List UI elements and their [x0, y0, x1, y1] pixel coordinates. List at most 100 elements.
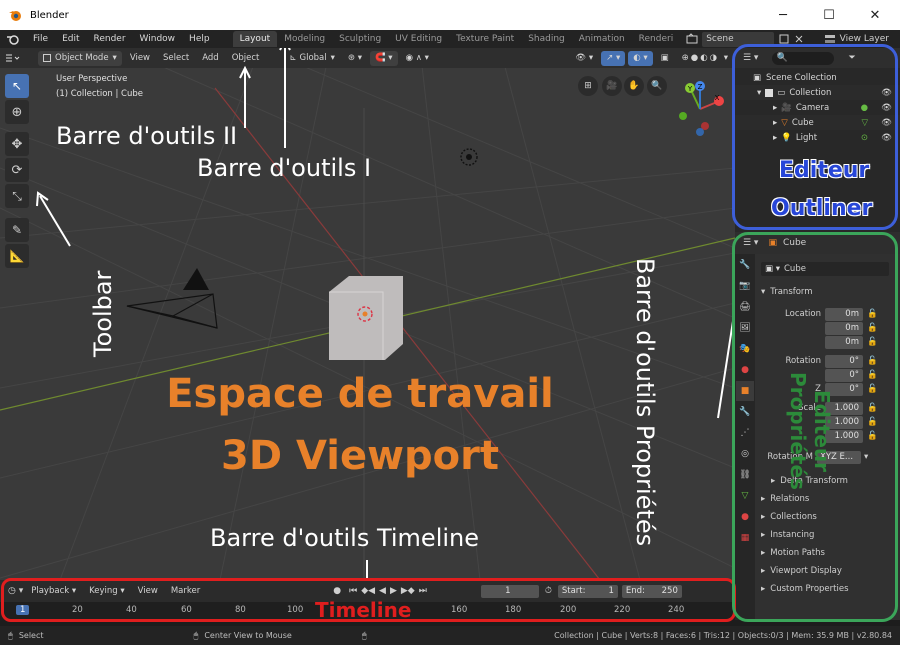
measure-tool[interactable]: 📐 [5, 244, 29, 268]
cursor-tool[interactable]: ⊕ [5, 100, 29, 124]
scale-icon: ⤡ [12, 188, 22, 203]
annotation-timeline-toolbar: Barre d'outils Timeline [210, 524, 480, 552]
menu-edit[interactable]: Edit [55, 30, 86, 48]
status-version-tail: 84 [881, 631, 892, 640]
perspective-label: User Perspective [56, 74, 128, 84]
menu-help[interactable]: Help [182, 30, 217, 48]
annotation-toolbar-2: Barre d'outils II [56, 122, 238, 150]
window-title: Blender [30, 9, 69, 21]
maximize-icon: ☐ [823, 7, 835, 23]
navigation-gizmo[interactable]: X Y Z [665, 74, 735, 144]
menu-file[interactable]: File [26, 30, 55, 48]
view-layer-selector[interactable]: View Layer [840, 34, 889, 44]
cursor-icon: ↖ [11, 79, 23, 93]
viewport-3d[interactable]: Object Mode ▾ View Select Add Object ⊾ G… [0, 48, 735, 580]
status-select-hint: Select [18, 631, 44, 640]
tab-rendering[interactable]: Renderi [632, 31, 681, 47]
crosshair-icon: ⊕ [11, 104, 23, 120]
chevron-down-icon: ▾ [330, 52, 335, 63]
y-axis-label: Y [687, 85, 693, 93]
orientation-label: Global [299, 52, 327, 63]
chevron-down-icon: ▾ [112, 52, 117, 63]
status-center-view-hint: Center View to Mouse [204, 631, 292, 640]
blender-logo-icon [9, 11, 21, 21]
zoom-icon: 🔍 [651, 81, 663, 91]
close-button[interactable]: ✕ [852, 0, 898, 30]
menu-view[interactable]: View [125, 51, 155, 66]
annotate-icon: ✎ [11, 223, 23, 237]
visibility-icon[interactable]: 👁 ▾ [570, 51, 598, 66]
orientation-icon: ⊾ [289, 52, 297, 63]
scene-icon [686, 33, 698, 44]
overlays-icon[interactable]: ◐ ▾ [628, 50, 653, 66]
camera-icon: 🎥 [606, 81, 618, 91]
rotate-tool[interactable]: ⟳ [5, 158, 29, 182]
tab-sculpting[interactable]: Sculpting [332, 31, 388, 47]
mouse-middle-icon: 🖱 [193, 630, 199, 640]
move-icon: ✥ [11, 136, 23, 152]
annotation-toolbar: Toolbar [89, 270, 117, 357]
xray-icon[interactable]: ▣ [656, 51, 674, 66]
menu-add[interactable]: Add [197, 51, 223, 66]
hand-icon: ✋ [628, 81, 640, 91]
light-object[interactable] [458, 146, 480, 168]
menu-object[interactable]: Object [227, 51, 265, 66]
mode-dropdown[interactable]: Object Mode ▾ [38, 50, 122, 66]
annotation-properties-toolbar: Barre d'outils Propriétés [631, 257, 659, 547]
menu-select[interactable]: Select [158, 51, 194, 66]
rotate-icon: ⟳ [11, 162, 23, 178]
move-tool[interactable]: ✥ [5, 132, 29, 156]
camera-object[interactable] [125, 266, 235, 336]
active-collection-label: (1) Collection | Cube [56, 89, 144, 99]
annotation-workspace-line1: Espace de travail [166, 371, 554, 417]
status-bar: 🖱 Select 🖱 Center View to Mouse 🖱 Collec… [0, 626, 900, 645]
mouse-left-icon: 🖱 [8, 630, 13, 640]
window-titlebar: Blender ─ ☐ ✕ [0, 0, 900, 30]
select-box-tool[interactable]: ↖ [5, 74, 29, 98]
pan-view-button[interactable]: ✋ [624, 76, 644, 96]
properties-highlight-frame [732, 232, 898, 622]
timeline-highlight-frame [1, 578, 736, 622]
blender-window: Blender ─ ☐ ✕ File Edit Render Window He… [0, 0, 900, 645]
close-scene-icon[interactable] [794, 34, 804, 44]
camera-view-button[interactable]: ⊞ [578, 76, 598, 96]
cube-object[interactable] [325, 274, 405, 364]
tab-shading[interactable]: Shading [521, 31, 572, 47]
menu-render[interactable]: Render [87, 30, 133, 48]
transform-orientation-dropdown[interactable]: ⊾ Global ▾ [284, 51, 340, 66]
tab-uv-editing[interactable]: UV Editing [388, 31, 449, 47]
minimize-button[interactable]: ─ [760, 0, 806, 30]
viewport-header: Object Mode ▾ View Select Add Object ⊾ G… [0, 48, 735, 68]
shading-modes-icon[interactable]: ⊕●◐◑ ▾ [677, 51, 735, 66]
ruler-icon: 📐 [9, 249, 25, 263]
mouse-right-icon: 🖱 [361, 630, 367, 640]
tab-animation[interactable]: Animation [572, 31, 632, 47]
editor-type-icon[interactable] [4, 51, 22, 65]
tab-layout[interactable]: Layout [232, 31, 278, 47]
snap-icon[interactable]: 🧲 ▾ [370, 50, 398, 66]
close-icon: ✕ [869, 7, 881, 23]
x-axis-label: X [715, 94, 720, 102]
maximize-button[interactable]: ☐ [806, 0, 852, 30]
z-axis-label: Z [698, 83, 703, 91]
outliner-highlight-frame [732, 44, 898, 230]
tool-shelf: ↖ ⊕ ✥ ⟳ ⤡ ✎ 📐 [5, 74, 31, 270]
minimize-icon: ─ [779, 7, 787, 23]
menu-window[interactable]: Window [133, 30, 183, 48]
status-stats: Collection | Cube | Verts:8 | Faces:6 | … [554, 631, 882, 640]
object-mode-icon [43, 54, 51, 62]
annotation-toolbar-1: Barre d'outils I [197, 154, 372, 182]
pivot-point-icon[interactable]: ⊛ ▾ [343, 51, 367, 66]
zoom-view-button[interactable]: 🔍 [647, 76, 667, 96]
gizmo-toggle-icon[interactable]: ↗ ▾ [601, 50, 626, 66]
annotate-tool[interactable]: ✎ [5, 218, 29, 242]
grid-icon: ⊞ [584, 81, 592, 91]
blender-menu-icon[interactable] [6, 33, 20, 45]
camera-button[interactable]: 🎥 [602, 76, 622, 96]
tab-modeling[interactable]: Modeling [277, 31, 332, 47]
mode-label: Object Mode [55, 52, 109, 63]
proportional-edit-icon[interactable]: ◉ ∧ ▾ [401, 51, 434, 66]
annotation-workspace-line2: 3D Viewport [221, 433, 499, 479]
tab-texture-paint[interactable]: Texture Paint [449, 31, 521, 47]
scale-tool[interactable]: ⤡ [5, 184, 29, 208]
